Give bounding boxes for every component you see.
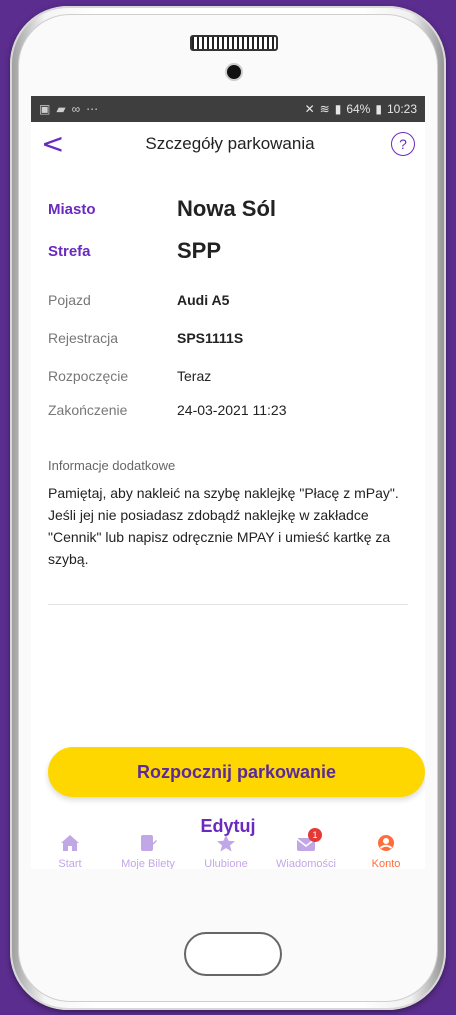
nav-favorites-label: Ulubione (204, 858, 248, 869)
nav-tickets[interactable]: Moje Bilety (109, 834, 187, 869)
page-title: Szczegóły parkowania (145, 134, 315, 153)
gallery-icon: ▣ (39, 102, 51, 116)
zone-label: Strefa (48, 242, 91, 260)
chat-icon: ▰ (56, 102, 66, 116)
vehicle-value: Audi A5 (177, 292, 230, 308)
status-notifications: ▣ ▰ ∞ ⋯ (39, 102, 98, 116)
nav-start[interactable]: Start (31, 834, 109, 869)
mute-icon: ✕ (304, 102, 315, 116)
city-label: Miasto (48, 200, 96, 218)
registration-row: Rejestracja SPS1111S (48, 330, 408, 346)
status-indicators: ✕ ≋ ▮ 64% ▮ 10:23 (305, 102, 417, 116)
nav-account-label: Konto (371, 858, 401, 869)
nav-tickets-label: Moje Bilety (121, 858, 175, 869)
nav-favorites[interactable]: Ulubione (187, 834, 265, 869)
wifi-icon: ≋ (319, 102, 330, 116)
zone-row: Strefa SPP (48, 238, 408, 264)
nav-account[interactable]: Konto (347, 834, 425, 869)
front-camera (227, 65, 241, 79)
vehicle-label: Pojazd (48, 292, 91, 308)
city-value: Nowa Sól (177, 196, 277, 221)
divider (48, 604, 408, 605)
help-icon[interactable]: ? (391, 132, 415, 156)
messages-badge: 1 (308, 828, 322, 842)
registration-value: SPS1111S (177, 330, 244, 346)
start-parking-button[interactable]: Rozpocznij parkowanie (48, 747, 425, 797)
user-icon (378, 835, 394, 851)
start-time-value: Teraz (177, 368, 212, 384)
star-icon (217, 835, 235, 852)
clock: 10:23 (386, 102, 417, 116)
battery-icon: ▮ (375, 102, 382, 116)
nav-messages-label: Wiadomości (276, 858, 336, 869)
vehicle-row: Pojazd Audi A5 (48, 292, 408, 308)
end-time-row: Zakończenie 24-03-2021 11:23 (48, 402, 408, 418)
start-time-row: Rozpoczęcie Teraz (48, 368, 408, 384)
city-row: Miasto Nowa Sól (48, 196, 408, 222)
signal-icon: ▮ (334, 102, 342, 116)
end-time-label: Zakończenie (48, 402, 128, 418)
more-icon: ⋯ (86, 102, 99, 116)
speaker-grille (190, 35, 278, 51)
zone-value: SPP (177, 238, 222, 263)
end-time-value: 24-03-2021 11:23 (177, 402, 287, 418)
hardware-home-button[interactable] (184, 932, 282, 976)
registration-label: Rejestracja (48, 330, 119, 346)
home-icon (61, 835, 79, 851)
additional-info-text: Pamiętaj, aby nakleić na szybę naklejkę … (48, 485, 399, 567)
nav-start-label: Start (58, 858, 82, 869)
app-bar: < Szczegóły parkowania ? (31, 122, 425, 166)
battery-percent: 64% (346, 102, 371, 116)
nav-messages[interactable]: 1 Wiadomości (265, 828, 347, 869)
ticket-icon (141, 835, 157, 851)
additional-info-heading: Informacje dodatkowe (48, 458, 176, 473)
loop-icon: ∞ (71, 102, 81, 116)
back-arrow-icon[interactable]: < (41, 130, 69, 158)
status-bar: ▣ ▰ ∞ ⋯ ✕ ≋ ▮ 64% ▮ 10:23 (31, 96, 425, 122)
bottom-navigation: Start Moje Bilety Ulubione 1 Wiadomości … (31, 824, 425, 869)
screen: ▣ ▰ ∞ ⋯ ✕ ≋ ▮ 64% ▮ 10:23 < Szczegóły pa… (31, 96, 425, 869)
start-time-label: Rozpoczęcie (48, 368, 129, 384)
